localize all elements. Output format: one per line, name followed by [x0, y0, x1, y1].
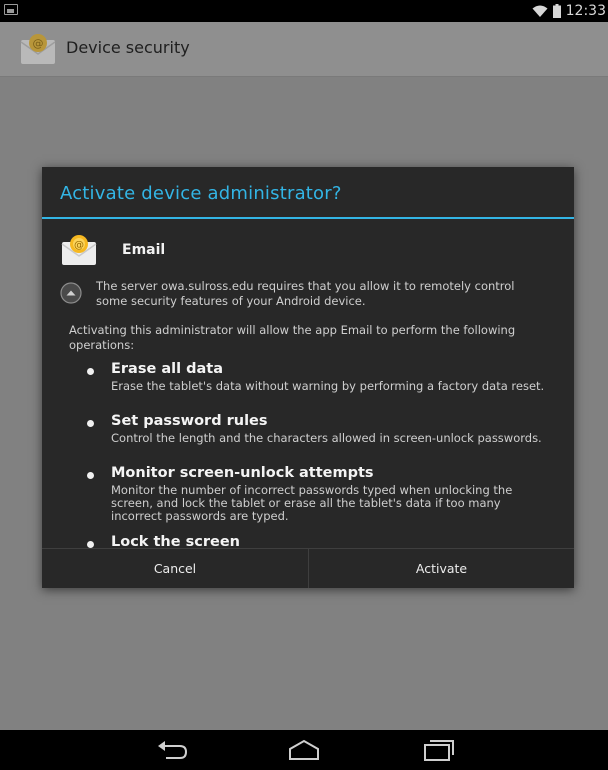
navigation-bar [0, 730, 608, 770]
action-bar: @ Device security [0, 22, 608, 77]
status-right: 12:33 [532, 1, 606, 21]
email-app-icon[interactable]: @ [18, 30, 58, 68]
dialog-title: Activate device administrator? [60, 183, 342, 204]
operation-title: Erase all data [111, 361, 224, 377]
operation-description: Monitor the number of incorrect password… [111, 483, 513, 523]
bullet-icon [87, 420, 94, 427]
operation-description: Erase the tablet's data without warning … [111, 379, 545, 393]
screenshot-icon [4, 4, 18, 15]
cancel-button[interactable]: Cancel [42, 549, 308, 588]
bullet-icon [87, 472, 94, 479]
email-icon: @ [60, 233, 98, 267]
expand-info-icon[interactable] [60, 282, 82, 304]
bullet-icon [87, 368, 94, 375]
battery-icon [552, 4, 561, 18]
page-title: Device security [66, 38, 190, 57]
dialog-content[interactable]: @ Email The server owa.sulross.edu requi… [42, 219, 574, 548]
operation-title: Monitor screen-unlock attempts [111, 465, 374, 481]
back-icon[interactable] [154, 738, 190, 762]
operation-description: Control the length and the characters al… [111, 431, 542, 445]
status-bar: 12:33 [0, 0, 608, 22]
activate-admin-dialog: Activate device administrator? @ Email T… [42, 167, 574, 588]
operation-title: Lock the screen [111, 534, 240, 548]
clock: 12:33 [565, 3, 606, 19]
home-icon[interactable] [286, 738, 322, 762]
svg-text:@: @ [74, 240, 84, 251]
recent-apps-icon[interactable] [420, 738, 456, 762]
app-name: Email [122, 242, 166, 258]
intro-text: Activating this administrator will allow… [69, 323, 516, 352]
wifi-icon [532, 5, 548, 18]
dialog-button-bar: Cancel Activate [42, 548, 574, 588]
operation-title: Set password rules [111, 413, 268, 429]
svg-text:@: @ [33, 37, 44, 50]
bullet-icon [87, 541, 94, 548]
activate-button[interactable]: Activate [308, 549, 574, 588]
server-message: The server owa.sulross.edu requires that… [96, 279, 515, 308]
